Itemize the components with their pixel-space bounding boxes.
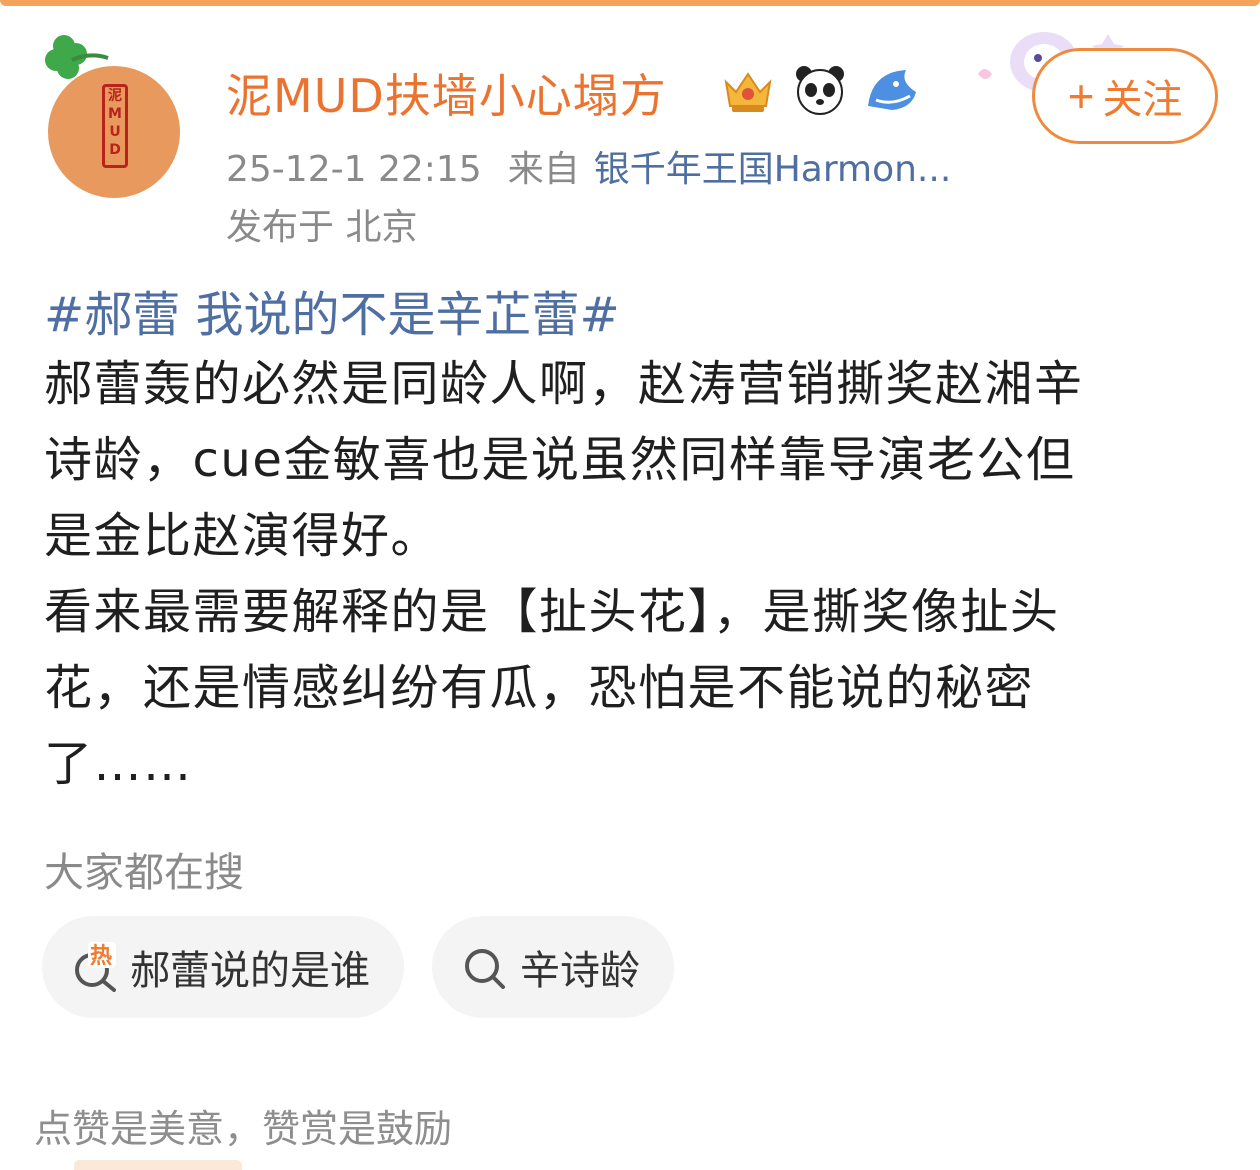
post-body: 郝蕾轰的必然是同龄人啊，赵涛营销撕奖赵湘辛 诗龄，cue金敏喜也是说虽然同样靠导… [44, 346, 1224, 802]
search-chip-label: 辛诗龄 [520, 948, 640, 994]
search-chip[interactable]: 辛诗龄 [432, 916, 674, 1018]
panda-icon[interactable] [790, 62, 850, 118]
source-prefix: 来自 [507, 149, 580, 190]
user-badges [718, 62, 922, 118]
follow-label: 关注 [1102, 78, 1183, 122]
post-meta: 25-12-1 22:15 来自 银千年王国Harmon... [226, 140, 951, 192]
post-timestamp: 25-12-1 22:15 [226, 149, 482, 190]
trending-search-title: 大家都在搜 [44, 850, 244, 896]
search-chip-hot[interactable]: 热 郝蕾说的是谁 [42, 916, 404, 1018]
hot-mark: 热 [90, 944, 113, 969]
username[interactable]: 泥MUD扶墙小心塌方 [226, 60, 667, 126]
seal-char: D [109, 142, 121, 158]
search-icon [460, 942, 510, 992]
post-text-line: 了…… [44, 736, 193, 792]
avatar-seal: 泥 M U D [102, 84, 128, 168]
follow-button[interactable]: + 关注 [1032, 48, 1218, 144]
post-content: #郝蕾 我说的不是辛芷蕾# 郝蕾轰的必然是同龄人啊，赵涛营销撕奖赵湘辛 诗龄，c… [44, 284, 1224, 802]
post-text-line: 看来最需要解释的是【扯头花】，是撕奖像扯头 [44, 584, 1060, 640]
hot-search-icon: 热 [70, 942, 120, 992]
post-text-line: 花，还是情感纠纷有瓜，恐怕是不能说的秘密 [44, 660, 1035, 716]
post-text-line: 诗龄，cue金敏喜也是说虽然同样靠导演老公但 [44, 432, 1076, 488]
post-text-line: 郝蕾轰的必然是同龄人啊，赵涛营销撕奖赵湘辛 [44, 356, 1084, 412]
search-chip-label: 郝蕾说的是谁 [130, 948, 370, 994]
post-header: 泥 M U D 泥MUD扶墙小心塌方 25-12-1 22:15 来自 银千年王… [0, 0, 1260, 260]
source-link[interactable]: 银千年王国Harmon... [594, 149, 952, 190]
plus-icon: + [1067, 70, 1095, 122]
shark-icon[interactable] [862, 62, 922, 118]
crown-badge-icon[interactable] [718, 62, 778, 118]
seal-char: 泥 [108, 88, 122, 104]
avatar-image: 泥 M U D [48, 66, 180, 198]
hashtag-link[interactable]: #郝蕾 我说的不是辛芷蕾# [44, 284, 1224, 346]
post-location: 发布于 北京 [226, 207, 418, 248]
avatar[interactable]: 泥 M U D [42, 32, 192, 198]
seal-char: U [109, 124, 121, 140]
reward-note: 点赞是美意，赞赏是鼓励 [34, 1107, 453, 1151]
seal-char: M [108, 106, 122, 122]
footer-accent-bar [74, 1160, 242, 1170]
post-text-line: 是金比赵演得好。 [44, 508, 441, 564]
trending-search-chips: 热 郝蕾说的是谁 辛诗龄 [42, 916, 674, 1018]
